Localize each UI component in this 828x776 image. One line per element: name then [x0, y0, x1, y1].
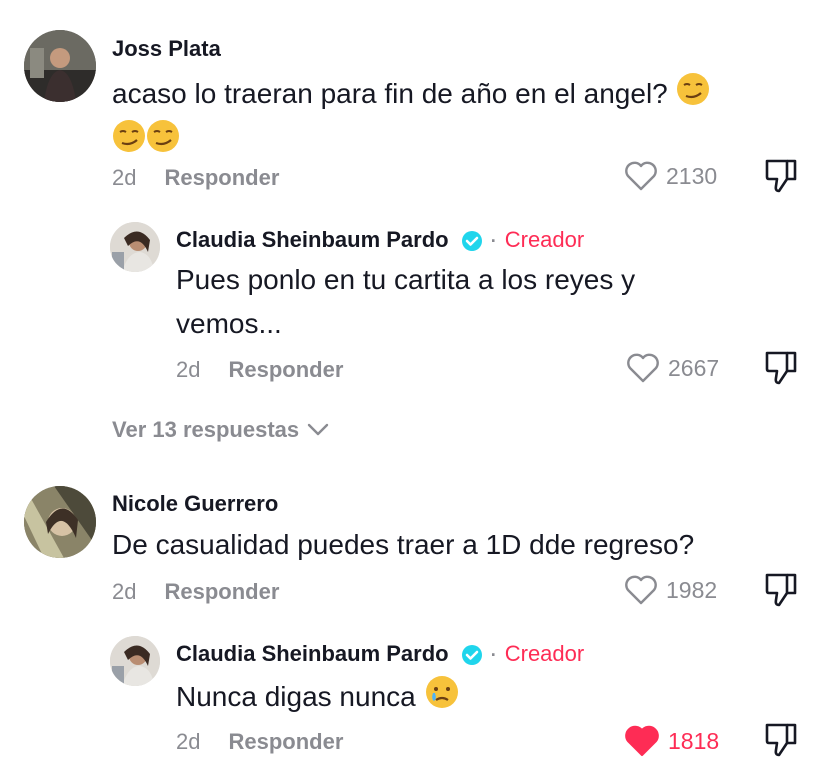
creator-badge: Creador	[504, 641, 585, 666]
reply-button[interactable]: Responder	[164, 165, 279, 190]
heart-icon	[625, 725, 659, 757]
like-button[interactable]: 1818	[624, 725, 719, 757]
comment-meta: 2d Responder	[112, 579, 279, 605]
verified-check-icon	[461, 644, 483, 666]
dislike-button[interactable]	[764, 572, 798, 613]
reply-text-line: vemos...	[176, 308, 282, 339]
thumbs-down-icon	[765, 159, 797, 193]
reply-meta: 2d Responder	[176, 729, 343, 755]
comment-author[interactable]: Joss Plata	[112, 36, 221, 62]
avatar[interactable]	[110, 636, 160, 686]
reply-text-line: Nunca digas nunca	[176, 680, 416, 712]
comment-author[interactable]: Nicole Guerrero	[112, 491, 278, 517]
reply-author-name[interactable]: Claudia Sheinbaum Pardo	[176, 641, 449, 666]
smirking-face-emoji-icon	[146, 119, 180, 166]
thumbs-down-icon	[765, 573, 797, 607]
comment-text-line: De casualidad puedes traer a 1D dde regr…	[112, 529, 695, 560]
like-button[interactable]: 1982	[624, 575, 717, 605]
like-count: 2667	[668, 354, 720, 381]
reply-button[interactable]: Responder	[164, 579, 279, 604]
like-button[interactable]: 2130	[624, 161, 717, 191]
reply-time: 2d	[176, 729, 201, 754]
like-count: 2130	[666, 162, 718, 189]
creator-badge: Creador	[504, 227, 585, 252]
smirking-face-emoji-icon	[112, 119, 146, 166]
reply-meta: 2d Responder	[176, 357, 343, 383]
comment-text-line: acaso lo traeran para fin de año en el a…	[112, 78, 668, 109]
reply-author-name[interactable]: Claudia Sheinbaum Pardo	[176, 227, 449, 252]
view-replies-label: Ver 13 respuestas	[112, 417, 300, 442]
reply-text: Nunca digas nunca	[176, 674, 796, 723]
avatar[interactable]	[24, 486, 96, 558]
avatar[interactable]	[110, 222, 160, 272]
dislike-button[interactable]	[764, 722, 798, 763]
heart-icon	[625, 161, 657, 191]
view-replies-button[interactable]: Ver 13 respuestas	[112, 417, 329, 443]
comment-meta: 2d Responder	[112, 165, 279, 191]
heart-icon	[627, 353, 659, 383]
smirking-face-emoji-icon	[676, 72, 710, 119]
like-count: 1982	[666, 576, 718, 603]
reply-button[interactable]: Responder	[228, 357, 343, 382]
comment-time: 2d	[112, 165, 137, 190]
dislike-button[interactable]	[764, 350, 798, 391]
like-count: 1818	[668, 727, 720, 754]
separator-dot: ·	[490, 230, 497, 251]
tear-face-emoji-icon	[424, 674, 460, 723]
thumbs-down-icon	[765, 723, 797, 757]
chevron-down-icon	[307, 423, 329, 436]
dislike-button[interactable]	[764, 158, 798, 199]
reply-author: Claudia Sheinbaum Pardo · Creador	[176, 227, 584, 253]
reply-text: Pues ponlo en tu cartita a los reyes y v…	[176, 258, 796, 346]
comment-time: 2d	[112, 579, 137, 604]
reply-button[interactable]: Responder	[228, 729, 343, 754]
thumbs-down-icon	[765, 351, 797, 385]
like-button[interactable]: 2667	[626, 353, 719, 383]
verified-check-icon	[461, 230, 483, 252]
avatar[interactable]	[24, 30, 96, 102]
reply-text-line: Pues ponlo en tu cartita a los reyes y	[176, 264, 636, 295]
heart-icon	[625, 575, 657, 605]
comment-text: acaso lo traeran para fin de año en el a…	[112, 72, 802, 166]
reply-author: Claudia Sheinbaum Pardo · Creador	[176, 641, 584, 667]
reply-time: 2d	[176, 357, 201, 382]
comment-text: De casualidad puedes traer a 1D dde regr…	[112, 523, 812, 567]
separator-dot: ·	[490, 644, 497, 665]
